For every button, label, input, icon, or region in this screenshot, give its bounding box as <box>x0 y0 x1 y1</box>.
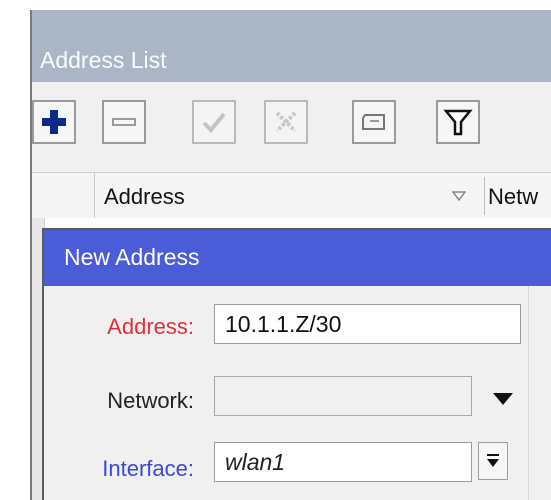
enable-button[interactable] <box>192 100 236 144</box>
cross-icon <box>275 111 297 133</box>
column-header-row: Address Netw <box>32 172 551 220</box>
network-label: Network: <box>107 388 194 413</box>
toolbar <box>32 82 551 172</box>
filter-button[interactable] <box>436 100 480 144</box>
interface-dropdown-button[interactable] <box>478 442 508 480</box>
network-dropdown-icon[interactable] <box>492 392 514 406</box>
dialog-title: New Address <box>64 244 200 270</box>
dialog-titlebar[interactable]: New Address <box>44 230 551 286</box>
remove-button[interactable] <box>102 100 146 144</box>
column-network[interactable]: Netw <box>488 184 551 210</box>
address-input[interactable] <box>214 304 521 344</box>
disable-button[interactable] <box>264 100 308 144</box>
interface-select[interactable] <box>214 442 472 482</box>
column-select[interactable] <box>32 173 95 219</box>
address-label: Address: <box>107 314 194 339</box>
sort-arrow-icon[interactable] <box>452 191 466 201</box>
add-button[interactable] <box>32 100 76 144</box>
comment-icon <box>362 114 385 130</box>
address-list-titlebar[interactable]: Address List <box>32 10 551 82</box>
minus-icon <box>112 118 136 126</box>
filter-icon <box>443 109 473 136</box>
network-input[interactable] <box>214 376 472 416</box>
dialog-right-edge <box>528 286 551 500</box>
column-divider[interactable] <box>484 177 485 215</box>
comment-button[interactable] <box>352 100 396 144</box>
address-list-title: Address List <box>40 47 167 73</box>
plus-icon <box>42 110 66 134</box>
check-icon <box>202 112 226 133</box>
column-address[interactable]: Address <box>104 184 185 210</box>
interface-label: Interface: <box>102 456 194 481</box>
chevron-down-icon <box>487 454 499 467</box>
new-address-dialog: New Address Address: Network: Interface: <box>42 228 551 500</box>
